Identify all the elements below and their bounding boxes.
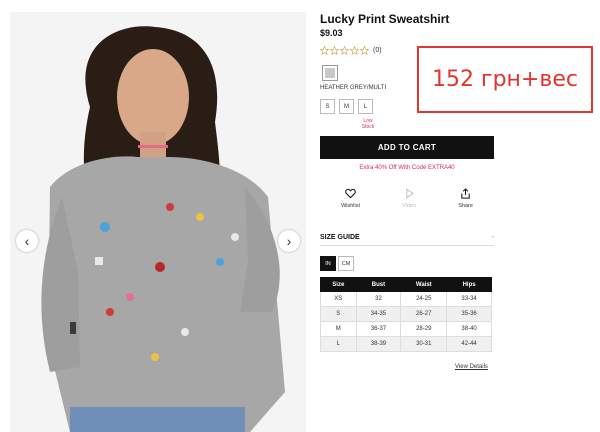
table-cell: 30-31 [400,336,448,352]
column-header: Size [320,277,357,292]
heart-icon [345,188,356,199]
size-guide-title: SIZE GUIDE [320,234,360,241]
share-label: Share [458,203,473,209]
wishlist-button[interactable]: Wishlist [341,188,360,209]
column-header: Bust [355,277,402,292]
table-row: M 36-37 28-29 38-40 [320,321,492,337]
column-header: Hips [446,277,492,292]
star-icon [340,46,349,55]
add-to-cart-button[interactable]: ADD TO CART [320,136,494,159]
table-cell: 33-34 [446,291,492,307]
product-image-gallery[interactable]: ‹ › [10,12,306,432]
share-icon [461,188,470,199]
table-cell: S [320,306,357,322]
table-cell: 32 [355,291,402,307]
table-row: S 34-35 26-27 35-36 [320,306,492,322]
size-guide-header[interactable]: SIZE GUIDE - [320,234,494,246]
gallery-prev-button[interactable]: ‹ [16,230,38,252]
size-selector: S M L [320,99,373,114]
table-row: XS 32 24-25 33-34 [320,291,492,307]
table-header-row: Size Bust Waist Hips [320,277,492,292]
size-option-l[interactable]: L [358,99,373,114]
table-cell: 34-35 [355,306,402,322]
table-cell: 42-44 [446,336,492,352]
unit-cm-button[interactable]: CM [338,256,354,271]
table-cell: M [320,321,357,337]
review-count[interactable]: (0) [373,47,382,54]
color-swatch[interactable] [322,65,338,81]
table-cell: 24-25 [400,291,448,307]
promo-text: Extra 40% Off With Code EXTRA40 [359,165,455,171]
star-icon [350,46,359,55]
product-price: $9.03 [320,28,343,38]
price-annotation-text: 152 грн+вес [432,67,578,92]
video-label: Video [402,203,417,209]
share-button[interactable]: Share [458,188,473,209]
table-cell: XS [320,291,357,307]
play-icon [405,188,414,199]
chevron-right-icon: › [286,233,292,249]
table-cell: 35-36 [446,306,492,322]
product-title: Lucky Print Sweatshirt [320,12,450,26]
star-rating [320,46,369,55]
table-row: L 38-39 30-31 42-44 [320,336,492,352]
star-icon [320,46,329,55]
product-actions: Wishlist Video Share [320,188,494,209]
table-cell: 36-37 [355,321,402,337]
collapse-icon[interactable]: - [492,234,494,241]
color-name: HEATHER GREY/MULTI [320,85,387,91]
size-option-s[interactable]: S [320,99,335,114]
video-button[interactable]: Video [402,188,416,209]
wishlist-label: Wishlist [341,203,361,209]
size-option-m[interactable]: M [339,99,354,114]
table-cell: 28-29 [400,321,448,337]
gallery-next-button[interactable]: › [278,230,300,252]
star-icon [360,46,369,55]
price-annotation-box: 152 грн+вес [417,46,593,113]
size-guide-table: Size Bust Waist Hips XS 32 24-25 33-34 S… [320,277,492,352]
star-icon [330,46,339,55]
unit-inches-button[interactable]: IN [320,256,336,271]
low-stock-label: Low Stock [361,118,375,130]
table-cell: 38-40 [446,321,492,337]
chevron-left-icon: ‹ [24,233,30,249]
product-photo [10,12,306,432]
table-cell: 38-39 [355,336,402,352]
table-cell: 26-27 [400,306,448,322]
view-details-link[interactable]: View Details [455,364,488,370]
column-header: Waist [400,277,448,292]
unit-toggle: IN CM [320,256,354,271]
table-cell: L [320,336,357,352]
